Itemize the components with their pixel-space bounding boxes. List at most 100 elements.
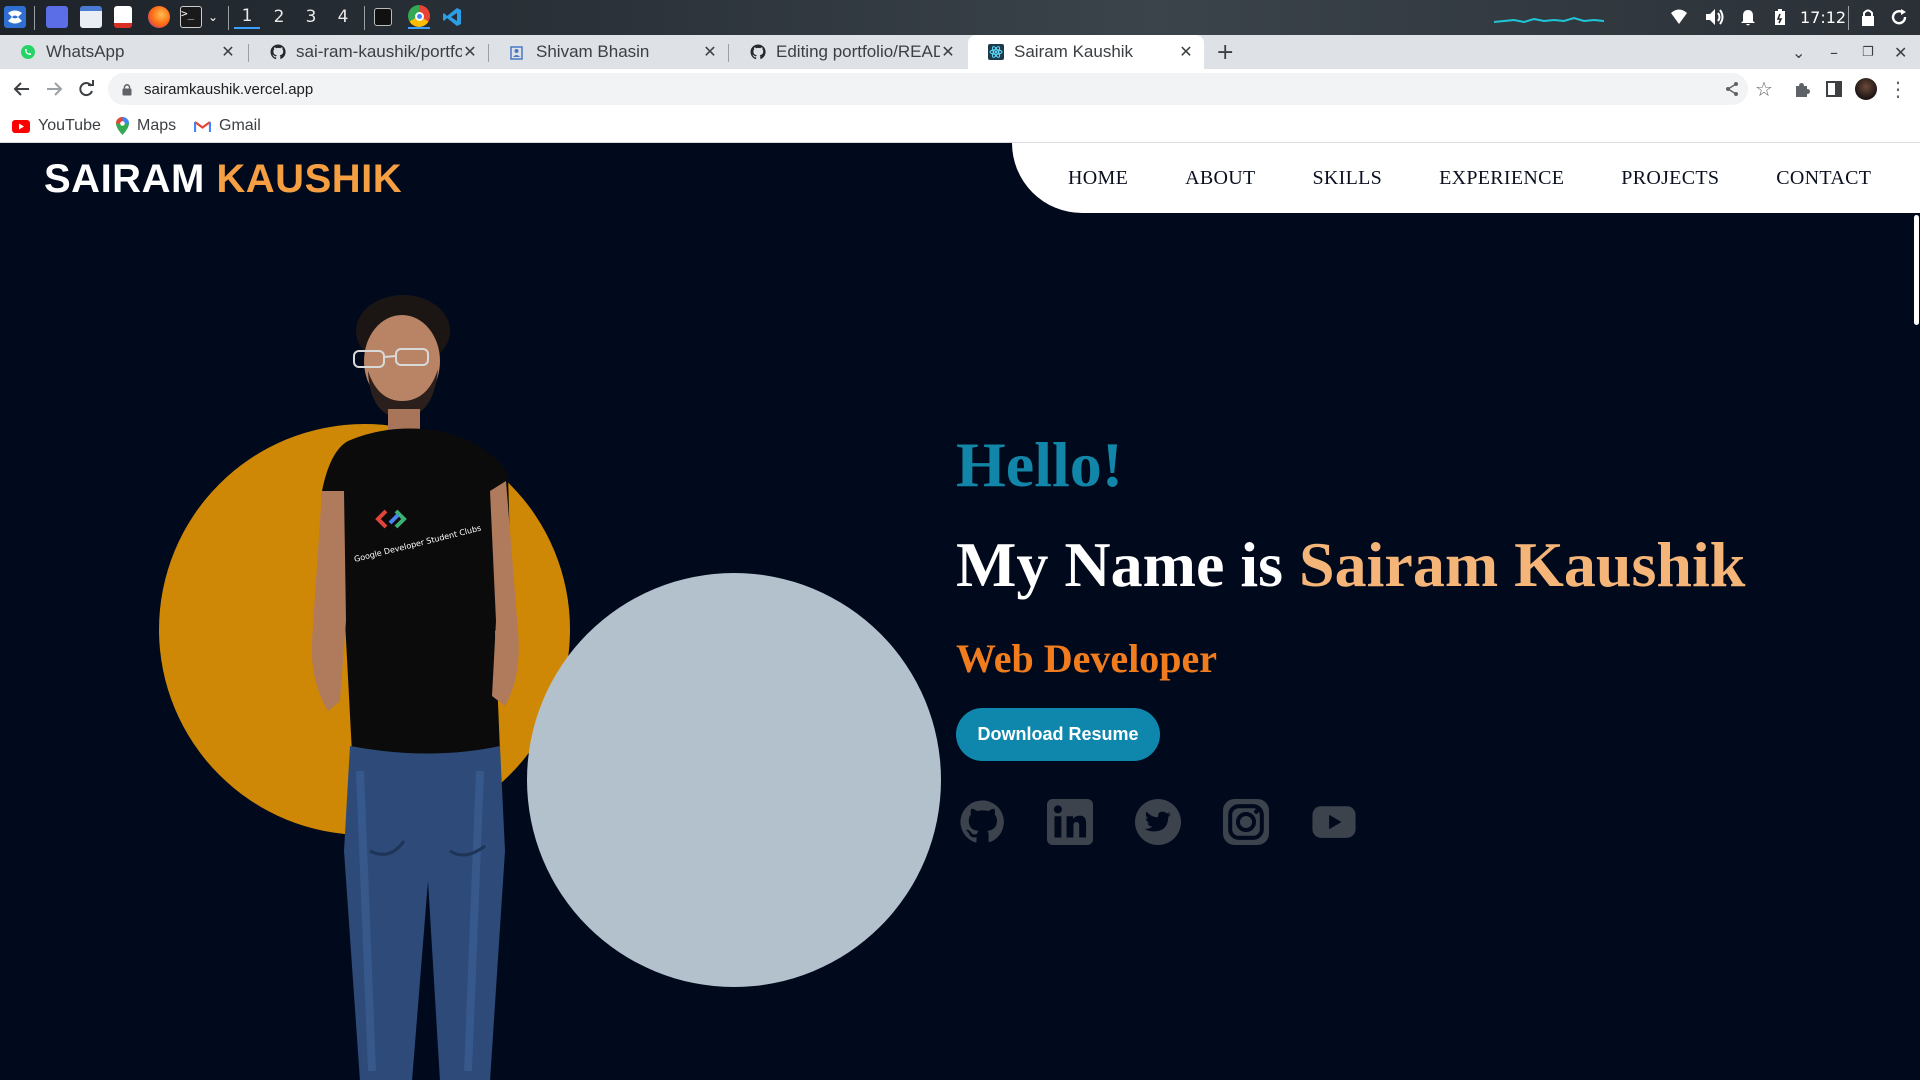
tab-title: WhatsApp <box>46 42 125 61</box>
taskbar-divider <box>228 6 229 30</box>
profile-photo: Google Developer Student Clubs <box>311 295 519 1080</box>
tab-whatsapp[interactable]: WhatsApp ✕ <box>0 35 246 69</box>
battery-icon <box>1774 4 1786 30</box>
terminal-icon[interactable]: >_ <box>180 5 202 29</box>
site-navbar: HOME ABOUT SKILLS EXPERIENCE PROJECTS CO… <box>1012 143 1920 213</box>
bookmarks-bar: YouTube Maps Gmail <box>0 109 1920 143</box>
bookmark-star-icon[interactable]: ☆ <box>1752 77 1776 101</box>
tab-divider <box>488 44 489 62</box>
bookmark-label: Maps <box>137 117 177 134</box>
workspace-4[interactable]: 4 <box>330 5 356 29</box>
minimize-icon[interactable]: – <box>1830 35 1838 69</box>
chevron-down-icon[interactable]: ⌄ <box>206 5 220 29</box>
back-arrow-icon[interactable] <box>10 77 34 101</box>
nav-contact[interactable]: CONTACT <box>1776 167 1871 190</box>
youtube-icon[interactable] <box>1309 797 1359 847</box>
wifi-icon[interactable] <box>1670 4 1688 30</box>
kebab-menu-icon[interactable]: ⋮ <box>1886 77 1910 101</box>
chrome-window-icon[interactable] <box>408 5 430 29</box>
taskbar-divider <box>1848 6 1849 30</box>
tab-editing-readme[interactable]: Editing portfolio/README ✕ <box>730 35 966 69</box>
site-logo[interactable]: SAIRAM KAUSHIK <box>44 157 402 202</box>
bookmark-maps[interactable]: Maps <box>116 114 176 138</box>
tab-title: Editing portfolio/README <box>776 42 940 61</box>
tab-divider <box>248 44 249 62</box>
tab-divider <box>728 44 729 62</box>
document-viewer-icon[interactable] <box>114 5 132 29</box>
tab-sairam-kaushik[interactable]: Sairam Kaushik ✕ <box>968 35 1204 69</box>
forward-arrow-icon[interactable] <box>42 77 66 101</box>
bookmark-youtube[interactable]: YouTube <box>12 114 101 138</box>
nav-about[interactable]: ABOUT <box>1185 167 1255 190</box>
lock-icon[interactable] <box>1860 4 1876 30</box>
github-icon <box>270 44 286 60</box>
github-icon[interactable] <box>957 797 1007 847</box>
share-icon[interactable] <box>1720 77 1744 101</box>
gmail-icon <box>194 120 211 133</box>
workspace-2[interactable]: 2 <box>266 5 292 29</box>
linkedin-icon[interactable] <box>1045 797 1095 847</box>
tab-github-portfolio[interactable]: sai-ram-kaushik/portfolio ✕ <box>250 35 488 69</box>
maps-icon <box>116 117 129 135</box>
close-icon[interactable]: ✕ <box>462 42 478 62</box>
close-icon[interactable]: ✕ <box>702 42 718 62</box>
workspace-3[interactable]: 3 <box>298 5 324 29</box>
profile-icon <box>510 46 523 60</box>
firefox-icon[interactable] <box>148 5 170 29</box>
power-icon[interactable] <box>1890 4 1908 30</box>
notification-bell-icon[interactable] <box>1740 4 1756 30</box>
tab-title: sai-ram-kaushik/portfolio <box>296 42 462 61</box>
close-icon[interactable]: ✕ <box>1178 42 1194 62</box>
page-scrollbar[interactable] <box>1912 143 1920 1080</box>
nav-projects[interactable]: PROJECTS <box>1621 167 1719 190</box>
nav-home[interactable]: HOME <box>1068 167 1128 190</box>
download-resume-button[interactable]: Download Resume <box>956 708 1160 761</box>
address-bar[interactable]: sairamkaushik.vercel.app <box>108 73 1748 105</box>
logo-last-name: KAUSHIK <box>216 157 403 201</box>
nav-experience[interactable]: EXPERIENCE <box>1439 167 1564 190</box>
extensions-puzzle-icon[interactable] <box>1790 77 1814 101</box>
nav-skills[interactable]: SKILLS <box>1312 167 1382 190</box>
close-icon[interactable]: ✕ <box>220 42 236 62</box>
instagram-icon[interactable] <box>1221 797 1271 847</box>
taskbar-divider <box>364 6 365 30</box>
new-tab-button[interactable]: + <box>1216 35 1234 69</box>
hero-name: Sairam Kaushik <box>1299 529 1746 600</box>
restore-icon[interactable]: ❐ <box>1862 35 1874 69</box>
twitter-icon[interactable] <box>1133 797 1183 847</box>
decorative-gray-circle <box>527 573 941 987</box>
tab-search-chevron-icon[interactable]: ⌄ <box>1792 35 1805 69</box>
browser-tab-strip: WhatsApp ✕ sai-ram-kaushik/portfolio ✕ S… <box>0 35 1920 69</box>
youtube-icon <box>12 119 30 133</box>
tab-title: Sairam Kaushik <box>1014 42 1134 61</box>
vscode-icon[interactable] <box>442 5 462 29</box>
clock[interactable]: 17:12 <box>1800 4 1846 30</box>
app-launcher-icon[interactable] <box>4 5 26 29</box>
reload-icon[interactable] <box>74 77 98 101</box>
network-graph <box>1494 4 1604 30</box>
close-icon[interactable]: ✕ <box>940 42 956 62</box>
taskbar-divider <box>34 6 35 30</box>
side-panel-icon[interactable] <box>1822 77 1846 101</box>
url-text: sairamkaushik.vercel.app <box>144 80 314 98</box>
hero-greeting: Hello! <box>956 429 1124 500</box>
desktop-icon[interactable] <box>46 5 68 29</box>
workspace-1[interactable]: 1 <box>234 5 260 29</box>
bookmark-label: Gmail <box>219 117 261 134</box>
file-manager-icon[interactable] <box>80 5 102 29</box>
portfolio-page: SAIRAM KAUSHIK HOME ABOUT SKILLS EXPERIE… <box>0 143 1920 1080</box>
logo-first-name: SAIRAM <box>44 157 205 201</box>
close-window-icon[interactable]: ✕ <box>1894 35 1907 69</box>
scrollbar-thumb[interactable] <box>1914 215 1919 325</box>
tab-title: Shivam Bhasin <box>536 42 650 61</box>
github-icon <box>750 44 766 60</box>
browser-toolbar: sairamkaushik.vercel.app ☆ ⋮ <box>0 69 1920 109</box>
hero-role: Web Developer <box>956 636 1218 681</box>
hero-name-line: My Name is Sairam Kaushik <box>956 528 1745 602</box>
tab-shivam-bhasin[interactable]: Shivam Bhasin ✕ <box>490 35 728 69</box>
profile-avatar[interactable] <box>1854 77 1878 101</box>
bookmark-gmail[interactable]: Gmail <box>194 114 261 138</box>
hero-name-prefix: My Name is <box>956 529 1300 600</box>
volume-icon[interactable] <box>1704 4 1724 30</box>
terminal-window-icon[interactable] <box>374 5 392 29</box>
